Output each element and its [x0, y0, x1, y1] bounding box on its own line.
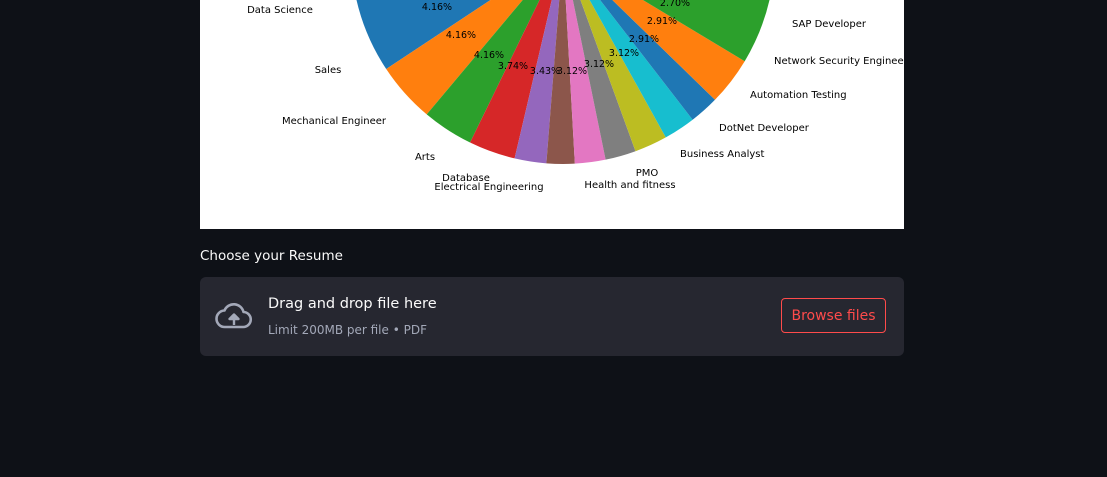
slice-label: Data Science: [247, 5, 313, 16]
slice-percent-label: 2.91%: [629, 34, 659, 45]
slice-label: Arts: [415, 152, 435, 163]
slice-percent-label: 3.12%: [609, 48, 639, 59]
slice-percent-label: 3.74%: [498, 61, 528, 72]
slice-label: Health and fitness: [584, 180, 675, 191]
slice-percent-label: 2.70%: [660, 0, 690, 9]
slice-label: Electrical Engineering: [434, 182, 543, 193]
slice-percent-label: 3.12%: [557, 66, 587, 77]
browse-files-button[interactable]: Browse files: [781, 298, 886, 333]
dropzone-title: Drag and drop file here: [268, 296, 437, 312]
slice-label: PMO: [636, 168, 659, 179]
pie-chart: Data Science Sales Mechanical Engineer Arts…: [200, 0, 904, 229]
file-dropzone[interactable]: Drag and drop file here Limit 200MB per …: [200, 277, 904, 356]
slice-label: DotNet Developer: [719, 123, 810, 134]
uploader-label: Choose your Resume: [200, 248, 343, 264]
slice-label: Sales: [315, 65, 342, 76]
slice-percent-label: 4.16%: [446, 30, 476, 41]
slice-label: Automation Testing: [750, 90, 847, 101]
slice-percent-label: 3.43%: [530, 66, 560, 77]
slice-label: Business Analyst: [680, 149, 764, 160]
slice-label: SAP Developer: [792, 19, 867, 30]
slice-percent-label: 3.12%: [584, 59, 614, 70]
cloud-upload-icon: [215, 298, 253, 334]
slice-label: Mechanical Engineer: [282, 116, 387, 127]
slice-percent-label: 2.91%: [647, 16, 677, 27]
slice-percent-label: 4.16%: [422, 2, 452, 13]
dropzone-limit-text: Limit 200MB per file • PDF: [268, 323, 427, 337]
slice-label: Network Security Engineer: [774, 56, 904, 67]
slice-percent-label: 4.16%: [474, 50, 504, 61]
pie-chart-svg: Data Science Sales Mechanical Engineer Arts…: [247, 0, 904, 193]
